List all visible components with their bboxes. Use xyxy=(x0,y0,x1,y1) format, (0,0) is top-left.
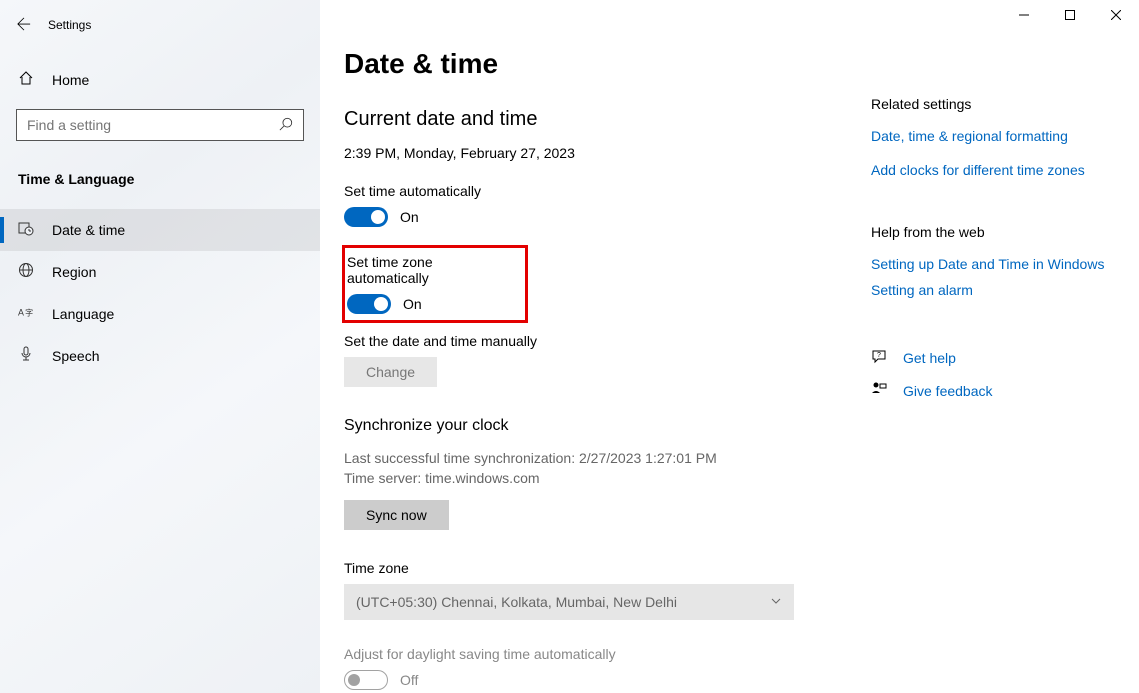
sidebar-home[interactable]: Home xyxy=(0,60,320,99)
sidebar: Settings Home Time & Language Date & tim… xyxy=(0,0,320,693)
sync-server: Time server: time.windows.com xyxy=(344,469,844,489)
chat-help-icon: ? xyxy=(871,348,889,367)
set-time-auto-state: On xyxy=(400,209,419,225)
get-help-label: Get help xyxy=(903,350,956,366)
toggle-knob xyxy=(371,210,385,224)
sync-last: Last successful time synchronization: 2/… xyxy=(344,449,844,469)
nav-label: Speech xyxy=(52,348,99,364)
related-link-formatting[interactable]: Date, time & regional formatting xyxy=(871,128,1111,144)
globe-icon xyxy=(18,262,38,282)
set-time-auto-toggle[interactable] xyxy=(344,207,388,227)
svg-text:A: A xyxy=(18,308,24,318)
manual-label: Set the date and time manually xyxy=(344,333,844,349)
nav-label: Region xyxy=(52,264,96,280)
svg-text:?: ? xyxy=(877,352,881,359)
category-header: Time & Language xyxy=(0,171,320,187)
search-wrap xyxy=(0,109,320,141)
toggle-knob xyxy=(348,674,360,686)
give-feedback-row[interactable]: Give feedback xyxy=(871,381,1111,400)
language-icon: A字 xyxy=(18,304,38,324)
sync-header: Synchronize your clock xyxy=(344,417,844,435)
chevron-down-icon xyxy=(770,595,782,610)
microphone-icon xyxy=(18,346,38,366)
related-settings-header: Related settings xyxy=(871,96,1111,112)
sidebar-item-region[interactable]: Region xyxy=(0,251,320,293)
content-area: Date & time Current date and time 2:39 P… xyxy=(320,0,1139,693)
set-tz-auto-toggle[interactable] xyxy=(347,294,391,314)
titlebar: Settings xyxy=(0,8,320,42)
titlebar-label: Settings xyxy=(48,18,91,32)
help-link-alarm[interactable]: Setting an alarm xyxy=(871,282,1111,298)
timezone-dropdown[interactable]: (UTC+05:30) Chennai, Kolkata, Mumbai, Ne… xyxy=(344,584,794,620)
home-label: Home xyxy=(52,72,89,88)
timezone-label: Time zone xyxy=(344,560,844,576)
feedback-icon xyxy=(871,381,889,400)
set-tz-auto-state: On xyxy=(403,296,422,312)
get-help-row[interactable]: ? Get help xyxy=(871,348,1111,367)
settings-window: Settings Home Time & Language Date & tim… xyxy=(0,0,1139,693)
help-link-datetime[interactable]: Setting up Date and Time in Windows xyxy=(871,256,1111,272)
change-button[interactable]: Change xyxy=(344,357,437,387)
toggle-knob xyxy=(374,297,388,311)
give-feedback-label: Give feedback xyxy=(903,383,993,399)
calendar-clock-icon xyxy=(18,220,38,240)
sidebar-item-date-time[interactable]: Date & time xyxy=(0,209,320,251)
page-title: Date & time xyxy=(344,48,1139,80)
set-tz-auto-label: Set time zone automatically xyxy=(347,254,517,286)
related-link-clocks[interactable]: Add clocks for different time zones xyxy=(871,162,1111,178)
timezone-value: (UTC+05:30) Chennai, Kolkata, Mumbai, Ne… xyxy=(356,594,677,610)
set-tz-auto-row: On xyxy=(347,294,517,314)
search-box[interactable] xyxy=(16,109,304,141)
daylight-label: Adjust for daylight saving time automati… xyxy=(344,646,844,662)
sidebar-item-language[interactable]: A字 Language xyxy=(0,293,320,335)
sidebar-item-speech[interactable]: Speech xyxy=(0,335,320,377)
current-datetime-value: 2:39 PM, Monday, February 27, 2023 xyxy=(344,145,844,161)
current-datetime-header: Current date and time xyxy=(344,108,844,131)
highlight-annotation: Set time zone automatically On xyxy=(342,245,528,323)
set-time-auto-label: Set time automatically xyxy=(344,183,844,199)
sync-now-button[interactable]: Sync now xyxy=(344,500,449,530)
daylight-state: Off xyxy=(400,672,418,688)
content-main: Current date and time 2:39 PM, Monday, F… xyxy=(344,108,844,690)
right-rail: Related settings Date, time & regional f… xyxy=(871,96,1111,414)
svg-text:字: 字 xyxy=(25,308,33,318)
home-icon xyxy=(18,70,38,89)
nav-label: Date & time xyxy=(52,222,125,238)
daylight-toggle[interactable] xyxy=(344,670,388,690)
set-time-auto-row: On xyxy=(344,207,844,227)
back-button[interactable] xyxy=(0,17,48,34)
daylight-row: Off xyxy=(344,670,844,690)
search-icon xyxy=(279,117,293,134)
search-input[interactable] xyxy=(27,117,279,133)
help-web-header: Help from the web xyxy=(871,224,1111,240)
nav-label: Language xyxy=(52,306,114,322)
